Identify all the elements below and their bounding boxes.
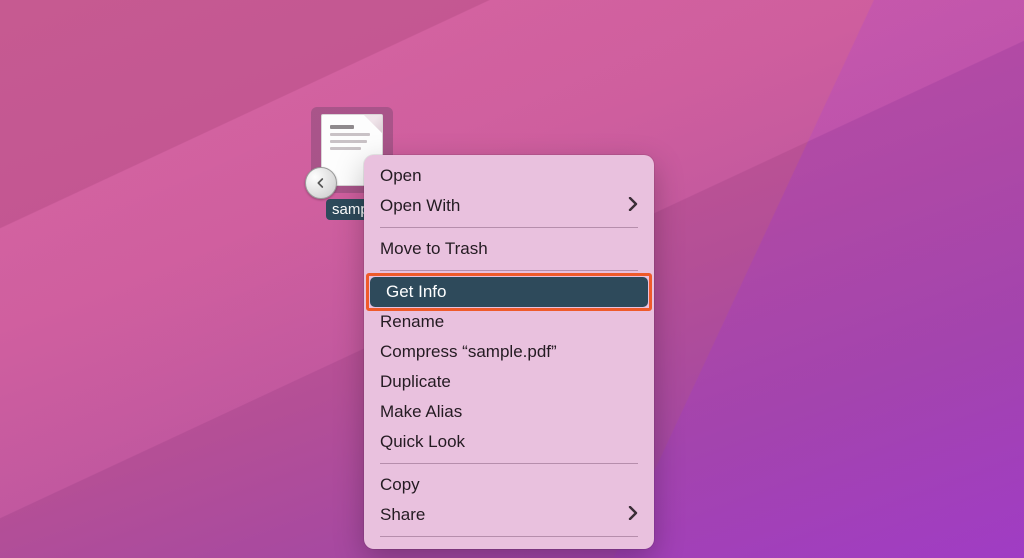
menu-item-make-alias[interactable]: Make Alias [364,397,654,427]
menu-item-quick-look[interactable]: Quick Look [364,427,654,457]
menu-item-open[interactable]: Open [364,161,654,191]
chevron-right-icon [628,196,638,216]
menu-item-label: Share [380,505,425,525]
menu-item-label: Open [380,166,422,186]
chevron-right-icon [628,505,638,525]
menu-separator [380,536,638,537]
menu-item-label: Get Info [386,282,446,302]
menu-item-open-with[interactable]: Open With [364,191,654,221]
document-lines [330,125,374,150]
menu-item-label: Duplicate [380,372,451,392]
menu-separator [380,270,638,271]
menu-item-duplicate[interactable]: Duplicate [364,367,654,397]
menu-item-label: Open With [380,196,460,216]
menu-item-label: Quick Look [380,432,465,452]
menu-item-label: Rename [380,312,444,332]
back-arrow-badge-icon [305,167,337,199]
menu-item-label: Make Alias [380,402,462,422]
menu-separator [380,463,638,464]
menu-item-share[interactable]: Share [364,500,654,530]
menu-item-get-info[interactable]: Get Info [370,277,648,307]
menu-item-label: Move to Trash [380,239,488,259]
menu-item-label: Compress “sample.pdf” [380,342,557,362]
menu-item-compress[interactable]: Compress “sample.pdf” [364,337,654,367]
menu-item-rename[interactable]: Rename [364,307,654,337]
menu-item-copy[interactable]: Copy [364,470,654,500]
menu-bottom-cutoff [364,543,654,549]
context-menu: Open Open With Move to Trash Get Info Re… [364,155,654,549]
menu-item-label: Copy [380,475,420,495]
desktop-wallpaper: sampl Open Open With Move to Trash Get I… [0,0,1024,558]
menu-item-move-to-trash[interactable]: Move to Trash [364,234,654,264]
menu-separator [380,227,638,228]
